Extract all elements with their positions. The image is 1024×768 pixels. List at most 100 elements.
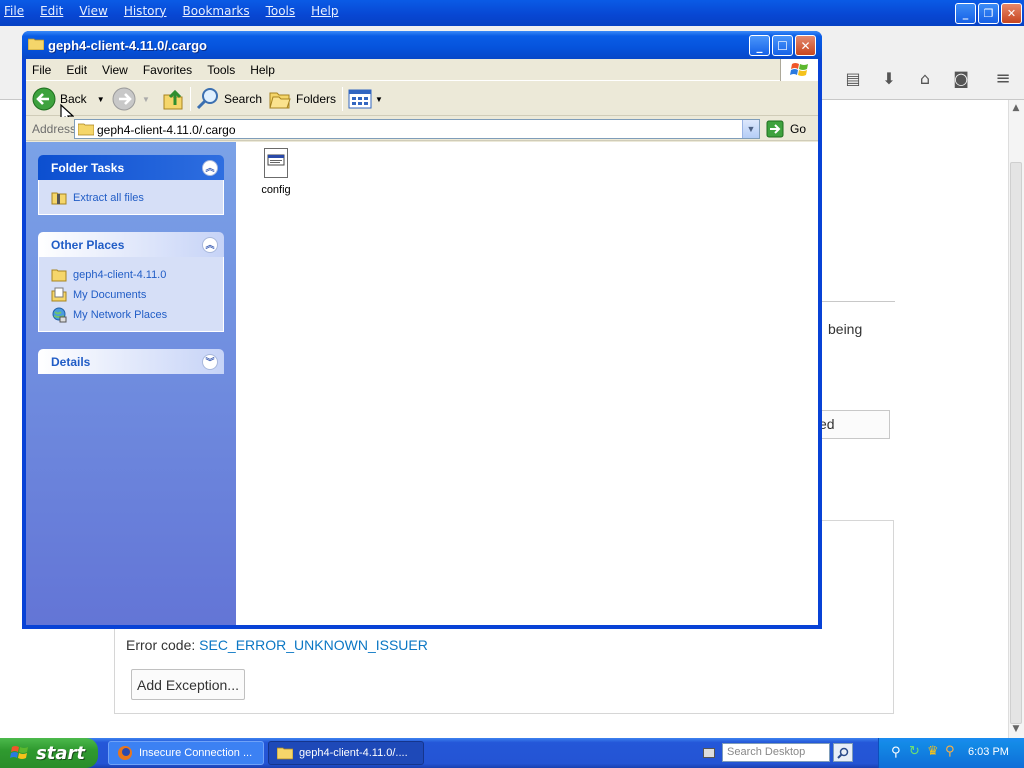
explorer-window: geph4-client-4.11.0/.cargo _ ☐ ✕ File Ed… (22, 31, 822, 629)
explorer-title-bar[interactable]: geph4-client-4.11.0/.cargo _ ☐ ✕ (22, 31, 822, 59)
back-dropdown-icon[interactable]: ▼ (97, 95, 105, 104)
downloads-icon[interactable]: ⬇ (878, 68, 900, 90)
search-desktop-button[interactable] (833, 743, 853, 762)
folders-label: Folders (296, 92, 337, 106)
place-label: My Network Places (73, 309, 168, 321)
firefox-restore-button[interactable]: ❐ (978, 3, 999, 24)
menu-file[interactable]: File (32, 63, 51, 77)
search-desktop-tray-icon[interactable]: ⚲ (945, 744, 955, 759)
menu-edit[interactable]: Edit (66, 63, 87, 77)
toolbar-separator (342, 87, 343, 111)
go-button[interactable]: Go (766, 120, 806, 138)
file-list[interactable]: config (236, 142, 818, 625)
scroll-down-arrow-icon[interactable]: ▼ (1010, 722, 1022, 736)
folder-icon (78, 123, 94, 136)
go-label: Go (790, 122, 807, 136)
collapse-chevron-icon[interactable]: ︽ (202, 159, 218, 176)
maximize-button[interactable]: ☐ (772, 35, 793, 56)
forward-arrow-icon (112, 87, 136, 111)
views-button[interactable]: ▼ (348, 86, 383, 112)
forward-dropdown-icon[interactable]: ▼ (142, 95, 150, 104)
place-label: My Documents (73, 289, 147, 301)
firefox-menu-edit[interactable]: Edit (40, 4, 63, 18)
file-name: config (261, 184, 291, 196)
pocket-icon[interactable]: ◙ (950, 68, 972, 90)
go-arrow-icon (766, 120, 784, 138)
firefox-menu-tools[interactable]: Tools (266, 4, 296, 18)
place-my-documents[interactable]: My Documents (51, 285, 223, 305)
refresh-tray-icon[interactable]: ↻ (909, 744, 920, 759)
folder-icon (51, 269, 67, 282)
magnifier-icon (837, 747, 849, 759)
file-item[interactable]: config (256, 148, 296, 196)
details-header[interactable]: Details ︾ (38, 349, 224, 374)
place-my-network-places[interactable]: My Network Places (51, 305, 223, 325)
keyboard-icon[interactable] (703, 748, 715, 758)
other-places-title: Other Places (51, 237, 125, 252)
collapse-chevron-icon[interactable]: ︽ (202, 236, 218, 253)
folder-tasks-header[interactable]: Folder Tasks ︽ (38, 155, 224, 180)
menu-help[interactable]: Help (250, 63, 275, 77)
search-icon (196, 88, 218, 110)
menu-view[interactable]: View (102, 63, 128, 77)
zip-folder-icon (51, 192, 67, 205)
windows-logo-icon (10, 746, 28, 759)
firefox-scroll-thumb[interactable] (1010, 162, 1022, 724)
expand-chevron-icon[interactable]: ︾ (202, 353, 218, 370)
firefox-menu-view[interactable]: View (79, 4, 107, 18)
address-label: Address (32, 122, 77, 136)
explorer-title: geph4-client-4.11.0/.cargo (48, 38, 207, 53)
extract-all-files-link[interactable]: Extract all files (51, 188, 223, 208)
firefox-close-button[interactable]: ✕ (1001, 3, 1022, 24)
shield-tray-icon[interactable]: ♛ (927, 744, 939, 759)
hamburger-menu-icon[interactable]: ≡ (992, 68, 1014, 90)
network-globe-icon (52, 307, 67, 323)
add-exception-button[interactable]: Add Exception... (131, 669, 245, 700)
back-arrow-icon (32, 87, 56, 111)
taskbar-item-firefox[interactable]: Insecure Connection ... (108, 741, 264, 765)
taskbar-item-explorer[interactable]: geph4-client-4.11.0/.... (268, 741, 424, 765)
details-panel: Details ︾ (38, 349, 224, 374)
up-folder-button[interactable] (162, 86, 184, 112)
place-geph4-client[interactable]: geph4-client-4.11.0 (51, 265, 223, 285)
search-label: Search (224, 92, 263, 106)
address-input[interactable]: geph4-client-4.11.0/.cargo ▼ (74, 119, 760, 139)
address-value: geph4-client-4.11.0/.cargo (97, 123, 236, 137)
explorer-body: File Edit View Favorites Tools Help Back… (26, 59, 818, 625)
firefox-menu-file[interactable]: File (4, 4, 24, 18)
minimize-button[interactable]: _ (749, 35, 770, 56)
folder-icon (277, 747, 293, 760)
address-dropdown-icon[interactable]: ▼ (742, 120, 759, 138)
menu-tools[interactable]: Tools (207, 63, 235, 77)
extract-all-files-label: Extract all files (73, 192, 144, 204)
firefox-minimize-button[interactable]: _ (955, 3, 976, 24)
search-desktop-input[interactable]: Search Desktop (722, 743, 830, 762)
search-tray-icon[interactable]: ⚲ (891, 745, 901, 760)
views-icon (348, 89, 372, 109)
folder-tasks-title: Folder Tasks (51, 160, 125, 175)
close-button[interactable]: ✕ (795, 35, 816, 56)
taskbar: start Insecure Connection ... geph4-clie… (0, 738, 1024, 768)
address-bar: Address geph4-client-4.11.0/.cargo ▼ Go (26, 117, 818, 141)
forward-button[interactable]: ▼ (112, 86, 150, 112)
error-code-link[interactable]: SEC_ERROR_UNKNOWN_ISSUER (199, 637, 428, 653)
firefox-menu-bar: File Edit View History Bookmarks Tools H… (0, 0, 355, 22)
home-icon[interactable]: ⌂ (914, 68, 936, 90)
scroll-up-arrow-icon[interactable]: ▲ (1010, 101, 1022, 115)
my-documents-icon (51, 287, 67, 302)
other-places-header[interactable]: Other Places ︽ (38, 232, 224, 257)
views-dropdown-icon[interactable]: ▼ (375, 95, 383, 104)
up-folder-icon (163, 89, 183, 110)
explorer-menu-bar: File Edit View Favorites Tools Help (26, 59, 818, 81)
folders-button[interactable]: Folders (268, 86, 336, 112)
reader-view-icon[interactable]: ▤ (842, 68, 864, 90)
firefox-menu-bookmarks[interactable]: Bookmarks (183, 4, 250, 18)
menu-favorites[interactable]: Favorites (143, 63, 192, 77)
start-label: start (36, 742, 85, 764)
start-button[interactable]: start (0, 738, 98, 768)
firefox-menu-history[interactable]: History (124, 4, 167, 18)
search-button[interactable]: Search (196, 86, 262, 112)
firefox-menu-help[interactable]: Help (311, 4, 338, 18)
folders-icon (269, 92, 291, 109)
place-label: geph4-client-4.11.0 (73, 269, 167, 281)
